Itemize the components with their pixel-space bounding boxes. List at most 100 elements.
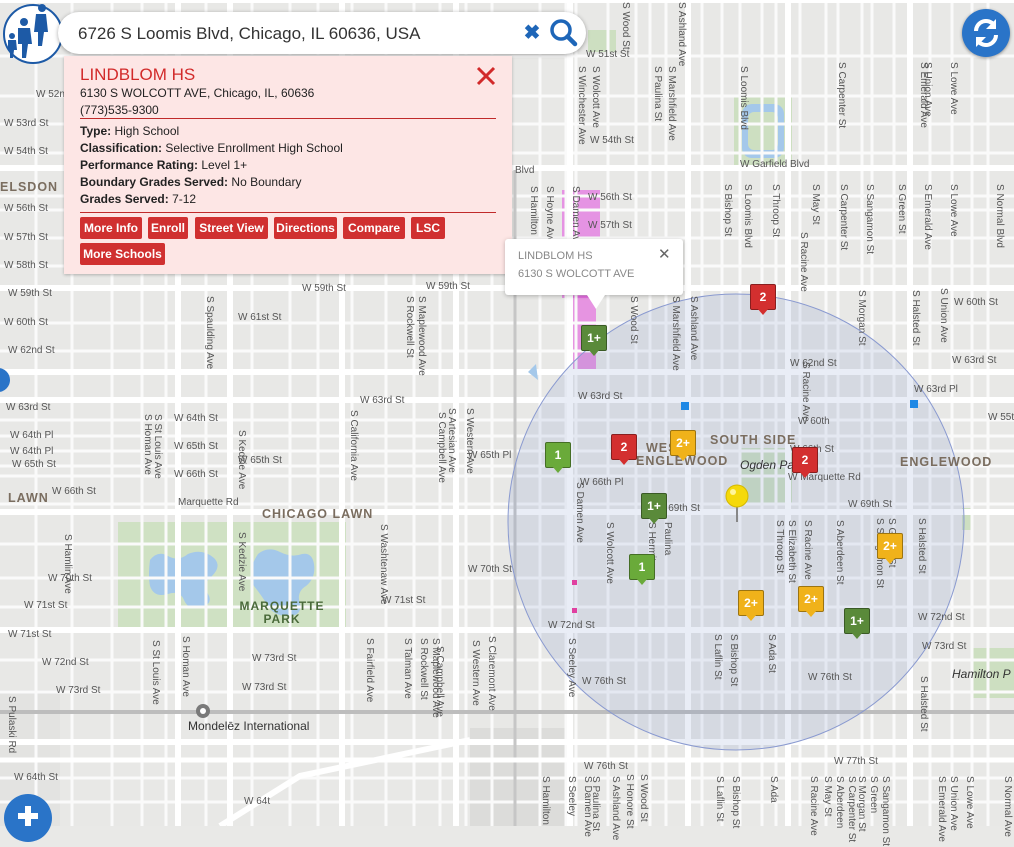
school-marker[interactable]: 1 [545,442,571,474]
more-info-button[interactable]: More Info [80,217,142,239]
street-label: S Loomis Blvd [738,66,749,130]
plus-icon [18,806,38,826]
street-label: S St Louis Ave [152,414,163,479]
transit-icon [681,402,689,410]
street-label: W 76th St [584,761,628,772]
clear-search-icon[interactable]: ✖ [522,22,542,44]
popup-close-icon[interactable]: ✕ [658,245,671,263]
school-marker[interactable]: 1+ [581,325,607,357]
street-label: W 58th St [4,260,48,271]
school-marker[interactable]: 1 [629,554,655,586]
street-label: S Halsted St [918,676,929,732]
street-label: S Ada [768,776,779,803]
school-marker[interactable]: 2+ [670,430,696,462]
close-icon[interactable] [474,64,498,88]
street-label: W 62nd St [790,358,837,369]
street-label: S Western Ave [464,408,475,474]
neighborhood-label: ENGLEWOOD [900,455,993,469]
street-label: S Damen Ave [582,776,593,837]
street-label: W 55th St [988,412,1014,423]
street-view-button[interactable]: Street View [195,217,268,239]
address-search-input[interactable] [76,20,510,48]
street-label: S Pulaski Rd [6,696,17,754]
zoom-in-button[interactable] [4,794,52,842]
street-label: W 77th St [834,756,878,767]
map-popup: LINDBLOM HS 6130 S WOLCOTT AVE ✕ [505,239,683,309]
street-label: S Throop St [774,520,785,574]
street-label: S Seeley Ave [566,638,577,698]
school-marker[interactable]: 1+ [641,493,667,525]
directions-button[interactable]: Directions [274,217,337,239]
enroll-button[interactable]: Enroll [148,217,188,239]
street-label: S Halsted St [910,290,921,346]
school-marker[interactable]: 2+ [738,590,764,622]
street-label: S Wood St [628,296,639,344]
street-label: S Paulina St [652,66,663,122]
school-marker[interactable]: 2 [792,447,818,479]
detail-type: Type: High School [80,124,180,138]
street-label: W 73rd St [56,685,101,696]
school-address: 6130 S WOLCOTT AVE, Chicago, IL, 60636 [80,86,315,100]
street-label: S Throop St [770,184,781,238]
neighborhood-label: LAWN [8,491,49,505]
street-label: S Racine Ave [808,776,819,836]
street-label: S Union Ave [938,288,949,343]
street-label: W 59th St [426,281,470,292]
street-label: S Wood St [620,2,631,50]
street-label: W 64th St [174,413,218,424]
street-label: W 72nd St [918,612,965,623]
divider [80,212,496,213]
compare-button[interactable]: Compare [343,217,405,239]
street-label: S Marshfield Ave [666,66,677,141]
street-label: S Talman Ave [402,638,413,699]
street-label: W 64th St [14,772,58,783]
street-label: S Green St [896,184,907,234]
street-label: S Bishop St [722,184,733,237]
school-info-panel: LINDBLOM HS 6130 S WOLCOTT AVE, Chicago,… [64,56,512,274]
street-label: Paulina [662,522,673,556]
street-label: W 73rd St [922,641,967,652]
street-label: W 72nd St [42,657,89,668]
street-label: S Lowe Ave [964,776,975,829]
school-marker[interactable]: 2+ [877,533,903,565]
place-label: Mondelēz International [188,719,310,733]
street-label: W 59th St [302,283,346,294]
lsc-button[interactable]: LSC [411,217,445,239]
street-label: S California Ave [348,410,359,481]
street-label: S Honore St [624,774,635,829]
street-label: S Rockwell St [404,296,415,358]
school-marker[interactable]: 2 [611,434,637,466]
street-label: S Carpenter St [836,62,847,129]
more-schools-button[interactable]: More Schools [80,243,165,265]
street-label: W 66th St [52,486,96,497]
street-label: S Halsted St [916,518,927,574]
street-label: S Emerald Ave [918,62,929,128]
street-label: W 63rd St [360,395,405,406]
street-label: W Garfield Blvd [740,159,810,170]
street-label: S Ashland Ave [610,776,621,841]
school-marker[interactable]: 2+ [798,586,824,618]
street-label: S Green [868,776,879,814]
street-label: W 69th St [848,499,892,510]
search-bar: ✖ [58,12,586,54]
school-marker[interactable]: 2 [750,284,776,316]
street-label: S Ashland Ave [676,2,687,67]
refresh-button[interactable] [962,9,1010,57]
street-label: S Bishop St [728,634,739,687]
street-label: S Damen Ave [574,482,585,543]
street-label: W 65th St [12,459,56,470]
street-label: S Washtenaw Ave [378,524,389,605]
school-marker[interactable]: 1+ [844,608,870,640]
transit-icon [910,400,918,408]
street-label: S Marshfield Ave [670,296,681,371]
street-label: S Normal Ave [1002,776,1013,837]
street-label: S Sangamon St [880,776,891,847]
search-icon[interactable] [548,18,580,48]
location-pin-icon[interactable] [724,484,750,524]
street-label: W 57th St [4,232,48,243]
street-label: Marquette Rd [178,497,239,508]
detail-classification: Classification: Selective Enrollment Hig… [80,141,343,155]
street-label: W 63rd St [578,391,623,402]
street-label: S Campbell Ave [436,412,447,483]
street-label: S Hamilton [528,186,539,235]
